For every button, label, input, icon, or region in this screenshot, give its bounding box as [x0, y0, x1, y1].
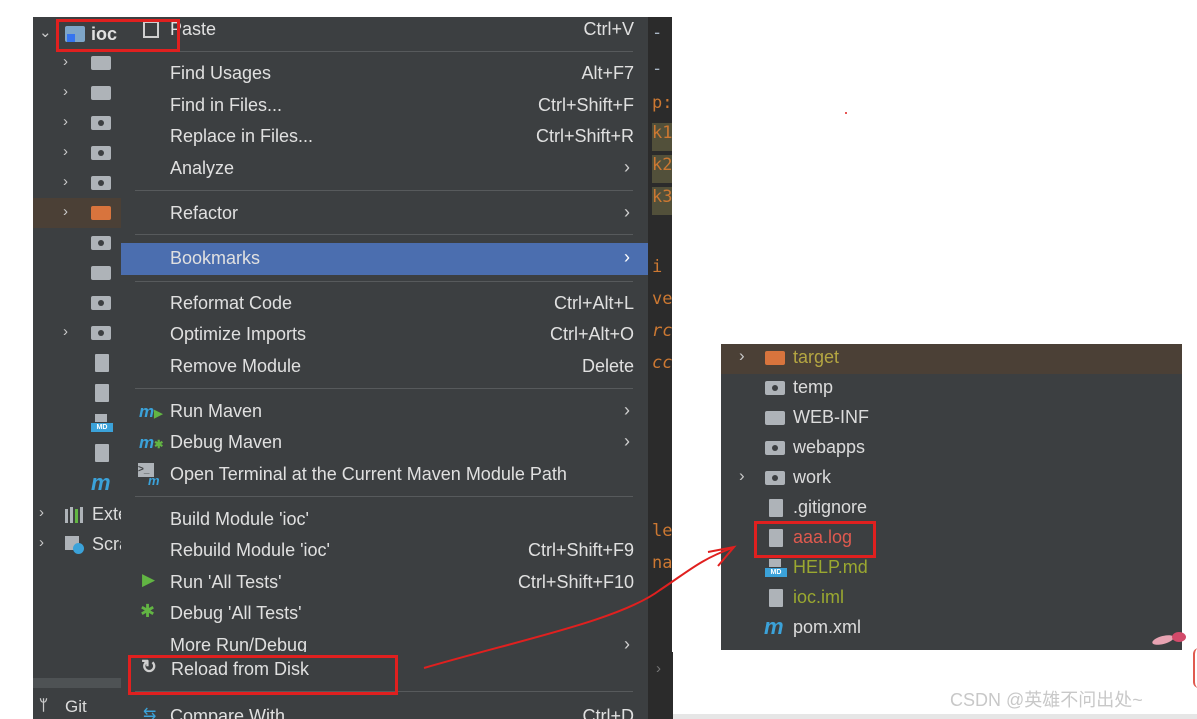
page-edge-divider [673, 714, 1197, 719]
annotation-arrow [423, 112, 847, 669]
arrow-curve [423, 547, 733, 669]
decorative-arc [1193, 648, 1197, 688]
watermark-text: CSDN @英雄不问出处~ [950, 690, 1143, 710]
red-dot [845, 112, 847, 114]
decorative-sticker-icon [1151, 630, 1192, 650]
